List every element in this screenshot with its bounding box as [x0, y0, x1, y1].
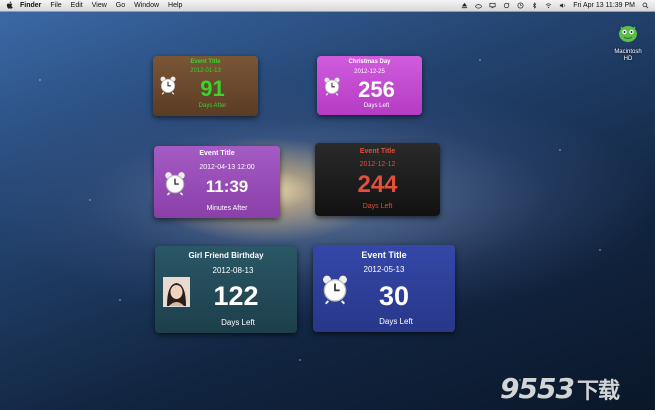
display-icon[interactable] [489, 2, 496, 9]
macintosh-hd-icon[interactable]: Macintosh HD [608, 22, 648, 63]
widget-title: Christmas Day [348, 59, 391, 65]
widget-title: Event Title [361, 250, 407, 260]
widget-caption: Minutes After [206, 205, 248, 212]
alarm-clock-icon [323, 275, 347, 305]
apple-logo-icon[interactable] [6, 1, 14, 10]
menu-finder[interactable]: Finder [20, 0, 41, 11]
cloud-icon[interactable] [475, 2, 483, 9]
widget-title: Event Title [190, 59, 221, 65]
widget-title: Girl Friend Birthday [188, 251, 264, 260]
volume-icon[interactable] [559, 2, 566, 9]
countdown-widget-3[interactable]: Event Title 2012-04-13 12:00 11:39 Minut… [154, 146, 280, 218]
alarm-clock-icon [160, 76, 176, 95]
countdown-widget-1[interactable]: Event Title 2012-01-13 91 Days After [153, 56, 258, 116]
menubar-clock[interactable]: Fri Apr 13 11:39 PM [573, 0, 635, 11]
widget-caption: Days Left [363, 103, 390, 109]
site-watermark: 9553 下载 [500, 372, 620, 405]
girlfriend-photo [163, 277, 190, 307]
widget-date: 2012-08-13 [212, 266, 254, 275]
status-area: Fri Apr 13 11:39 PM [461, 0, 649, 11]
widget-count: 244 [357, 171, 398, 198]
menu-edit[interactable]: Edit [71, 0, 83, 11]
hard-drive-icon [619, 26, 637, 42]
menu-bar: Finder File Edit View Go Window Help Fri… [0, 0, 655, 12]
widget-caption: Days Left [362, 203, 393, 210]
alarm-clock-icon [165, 172, 185, 196]
widget-date: 2012-12-12 [359, 161, 396, 168]
countdown-widget-4[interactable]: Event Title 2012-12-12 244 Days Left [315, 143, 440, 216]
watermark-chinese: 下载 [576, 379, 620, 404]
widget-caption: Days After [198, 103, 227, 109]
portrait-icon [164, 278, 189, 306]
spotlight-icon[interactable] [642, 2, 649, 9]
time-machine-icon[interactable] [517, 2, 524, 9]
disk-label-line1: Macintosh [614, 49, 642, 55]
watermark-number: 9553 [500, 372, 575, 405]
bluetooth-icon[interactable] [531, 2, 538, 9]
countdown-widget-5[interactable]: Girl Friend Birthday 2012-08-13 122 Days… [155, 246, 297, 333]
disk-label-line2: HD [623, 56, 633, 62]
menu-view[interactable]: View [92, 0, 107, 11]
eject-icon[interactable] [461, 2, 468, 9]
menu-file[interactable]: File [50, 0, 61, 11]
widget-title: Event Title [199, 150, 235, 157]
alarm-clock-icon [324, 77, 340, 96]
widget-date: 2012-01-13 [190, 68, 221, 74]
widget-caption: Days Left [379, 317, 413, 326]
widget-title: Event Title [359, 148, 396, 155]
sync-icon[interactable] [503, 2, 510, 9]
menu-go[interactable]: Go [116, 0, 125, 11]
widget-date: 2012-12-25 [354, 69, 385, 75]
menu-window[interactable]: Window [134, 0, 159, 11]
countdown-widget-6[interactable]: Event Title 2012-05-13 30 Days Left [313, 245, 455, 332]
menu-help[interactable]: Help [168, 0, 182, 11]
countdown-widget-2[interactable]: Christmas Day 2012-12-25 256 Days Left [317, 56, 422, 115]
wifi-icon[interactable] [545, 2, 552, 9]
widget-caption: Days Left [221, 318, 255, 327]
